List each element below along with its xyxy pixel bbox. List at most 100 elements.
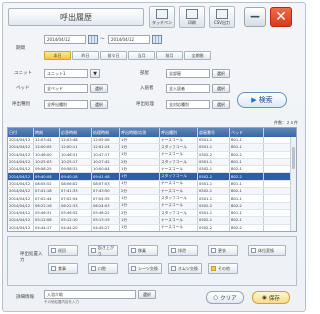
column-header[interactable]: 部屋番号 [198, 128, 230, 137]
table-header: 日付 時刻 応答時刻 処理時刻 呼出時間/応答 呼出種別 部屋番号 ベッド [8, 128, 296, 137]
unit-select[interactable]: ユニット1 [44, 69, 88, 78]
action-changing-button[interactable]: 更衣 [208, 245, 238, 256]
table-cell: 0502-2 [198, 173, 230, 180]
table-cell: スタッフコール [160, 195, 198, 202]
table-cell: 2014/04/12 [8, 166, 34, 173]
tab-all-period[interactable]: 全期間 [184, 51, 211, 60]
column-header[interactable]: 時刻 [34, 128, 60, 137]
table-cell: 08:06:02 [60, 180, 92, 188]
table-cell: 06:24:03 [92, 202, 120, 209]
table-row[interactable]: 2014/04/12 05:46:31 05:46:52 05:48:22 2分 スタッフ… [8, 209, 296, 218]
patient-field[interactable]: 全入居者 [166, 84, 210, 93]
table-cell: 12:00:05 [34, 144, 60, 151]
table-body: 2014/04/12 12:03:44 12:03:48 12:05:06 1分 ナースコ… [8, 137, 296, 231]
action-meal-button[interactable]: 食事 [48, 263, 78, 274]
bed-select-button[interactable]: 選択 [90, 84, 108, 93]
calendar-to-icon[interactable] [152, 35, 162, 44]
ward-select-button[interactable]: 選択 [212, 69, 230, 78]
details-field[interactable]: 入浴介助 [44, 290, 136, 299]
scrollbar-thumb[interactable] [292, 147, 295, 169]
table-row[interactable]: 2014/04/12 10:46:00 10:46:31 10:47:17 1分 ナースコ… [8, 151, 296, 159]
table-row[interactable]: 2014/04/12 09:40:08 09:40:18 09:41:48 1分 スタッフ… [8, 173, 296, 181]
search-button[interactable]: ▶ 検索 [237, 92, 287, 108]
transfer-icon [131, 248, 136, 253]
table-cell: B02-1 [230, 166, 264, 173]
print-button[interactable]: 印刷 [179, 6, 205, 28]
column-header[interactable]: 応答時刻 [60, 128, 92, 137]
save-button[interactable]: ◉ 保存 [252, 291, 290, 304]
close-button[interactable]: ✕ [270, 7, 292, 27]
save-icon: ◉ [262, 294, 267, 301]
column-header[interactable]: 処理時刻 [92, 128, 120, 137]
action-panel [7, 236, 297, 286]
action-getup-button[interactable]: 起き上がり [88, 245, 118, 256]
table-row[interactable]: 2014/04/12 12:00:05 12:00:11 12:01:24 1分 スタッフ… [8, 144, 296, 152]
table-row[interactable]: 2014/04/12 08:05:52 08:06:02 08:07:03 1分 ナースコ… [8, 180, 296, 189]
minimize-button[interactable]: − [244, 7, 266, 27]
csv-export-button[interactable]: CSV出力 [209, 6, 235, 28]
responder-select-button[interactable]: 選択 [212, 100, 230, 109]
column-header[interactable]: ベッド [230, 128, 264, 137]
column-header[interactable]: 日付 [8, 128, 34, 137]
changing-icon [211, 248, 216, 253]
table-row[interactable]: 2014/04/12 07:41:18 07:41:33 07:43:50 2分 ナースコ… [8, 188, 296, 196]
table-cell: B02-1 [230, 217, 264, 224]
action-diaper-button[interactable]: オムツ交換 [168, 263, 202, 274]
column-header[interactable]: 呼出種別 [160, 128, 198, 137]
table-cell: 0502-1 [198, 166, 230, 173]
touch-pen-button[interactable]: タッチペン [149, 6, 175, 28]
responder-field[interactable]: 全対応種別 [166, 100, 210, 109]
table-cell: 1分 [120, 166, 160, 173]
table-cell: B01-1 [230, 144, 264, 151]
table-row[interactable]: 2014/04/12 12:03:44 12:03:48 12:05:06 1分 ナースコ… [8, 137, 296, 145]
table-scrollbar[interactable] [290, 137, 296, 231]
column-header[interactable]: 呼出時間/応答 [120, 128, 160, 137]
table-cell: 05:48:22 [92, 209, 120, 217]
table-cell: 2014/04/12 [8, 217, 34, 224]
tab-day-before[interactable]: 前々日 [100, 51, 127, 60]
table-cell: 0501-1 [198, 209, 230, 217]
caller-type-field[interactable]: 全呼出種別 [44, 100, 88, 109]
action-reposition-button[interactable]: 体位変換 [248, 245, 286, 256]
action-other-button[interactable]: その他 [208, 263, 238, 274]
table-cell: 08:05:52 [34, 180, 60, 188]
table-cell: 10:27:42 [92, 158, 120, 166]
patient-select-button[interactable]: 選択 [212, 84, 230, 93]
period-from-field[interactable]: 2014/04/12 [44, 35, 86, 44]
table-cell: 06:22:33 [60, 202, 92, 209]
tab-today[interactable]: 本日 [44, 51, 71, 60]
play-arrow-icon: ▶ [251, 96, 257, 104]
table-row[interactable]: 2014/04/12 05:12:08 05:12:10 05:13:19 1分 ナースコ… [8, 217, 296, 225]
ward-field[interactable]: 全部屋 [166, 69, 210, 78]
tab-this-month[interactable]: 当月 [128, 51, 155, 60]
table-cell: 0501-1 [198, 144, 230, 151]
tab-last-month[interactable]: 前月 [156, 51, 183, 60]
action-excretion-button[interactable]: 排泄 [168, 245, 198, 256]
table-cell: 10:00:04 [92, 166, 120, 173]
table-row[interactable]: 2014/04/12 04:44:17 04:44:20 04:45:27 1分 ナースコ… [8, 224, 296, 231]
bed-field[interactable]: 全ベッド [44, 84, 88, 93]
table-row[interactable]: 2014/04/12 10:25:03 10:25:17 10:27:42 2分 スタッフ… [8, 158, 296, 167]
table-row[interactable]: 2014/04/12 06:22:16 06:22:33 06:24:03 1分 ナースコ… [8, 202, 296, 210]
table-row[interactable]: 2014/04/12 09:58:25 09:58:31 10:00:04 1分 ナースコ… [8, 166, 296, 174]
caller-type-select-button[interactable]: 選択 [90, 100, 108, 109]
table-cell: 1分 [120, 224, 160, 231]
period-to-field[interactable]: 2014/04/12 [108, 35, 150, 44]
unit-dropdown-button[interactable]: ▼ [90, 69, 100, 78]
action-patrol-button[interactable]: 巡回 [48, 245, 78, 256]
excretion-icon [171, 248, 176, 253]
action-sheets-button[interactable]: シーツ交換 [128, 263, 162, 274]
action-oral-button[interactable]: 口腔 [88, 263, 118, 274]
clear-button[interactable]: ○ クリア [206, 291, 244, 304]
period-label: 期間 [16, 46, 25, 51]
table-cell: 0502-2 [198, 202, 230, 209]
action-transfer-button[interactable]: 移乗 [128, 245, 158, 256]
patient-label: 入居者 [140, 86, 154, 91]
table-row[interactable]: 2014/04/12 07:02:44 07:02:54 07:04:35 1分 スタッフ… [8, 195, 296, 203]
page-title: 呼出履歴 [8, 8, 144, 26]
details-select-button[interactable]: 選択 [138, 290, 156, 299]
table-cell: B01-1 [230, 195, 264, 202]
calendar-from-icon[interactable] [88, 35, 98, 44]
tab-yesterday[interactable]: 昨日 [72, 51, 99, 60]
result-count: 件数：２０件 [274, 120, 298, 125]
